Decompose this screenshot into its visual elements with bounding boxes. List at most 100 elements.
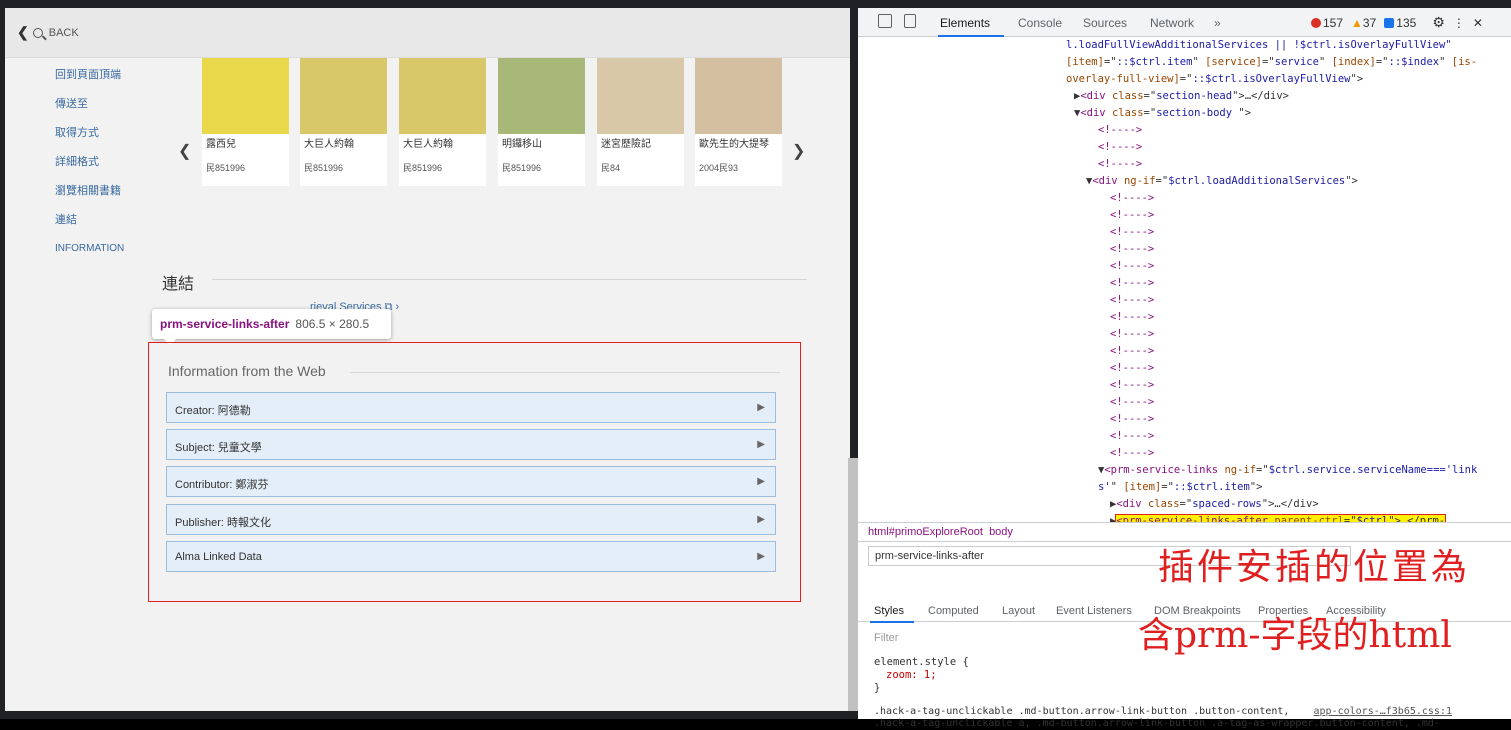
dom-line: <!----> (1110, 396, 1155, 408)
dom-line: <!----> (1110, 209, 1155, 221)
links-section-title: 連結 (162, 276, 195, 293)
sidenav-item-get-it[interactable]: 取得方式 (55, 126, 124, 155)
accordion-publisher[interactable]: Publisher: 時報文化 ▶ (166, 504, 776, 535)
dom-line[interactable]: ▶<div class="section-head">…</div> (1074, 88, 1289, 105)
dom-line: [item]="::$ctrl.item" [service]="service… (1066, 56, 1478, 68)
dom-line: <!----> (1110, 311, 1155, 323)
warning-icon: ▲ (1351, 15, 1363, 30)
css-source-link[interactable]: app-colors-…f3b65.css:1 (1314, 706, 1452, 717)
error-count: 157 (1311, 16, 1343, 30)
book-cover (498, 58, 585, 134)
search-icon (32, 27, 43, 38)
styles-filter-input[interactable]: Filter (874, 632, 898, 644)
sidenav-item-details[interactable]: 詳細格式 (55, 155, 124, 184)
book-title: 歐先生的大提琴 (699, 139, 769, 150)
back-button[interactable]: ❮ BACK (17, 24, 79, 41)
dom-line[interactable]: ▶<div class="spaced-rows">…</div> (1110, 496, 1319, 513)
dom-line[interactable]: ▼<prm-service-links ng-if="$ctrl.service… (1098, 462, 1477, 479)
tab-event-listeners[interactable]: Event Listeners (1056, 605, 1132, 617)
breadcrumb-root[interactable]: html#primoExploreRoot (868, 526, 983, 538)
book-title: 迷宮歷險記 (601, 139, 651, 150)
book-card[interactable]: 露西兒 民851996 (202, 58, 289, 186)
book-call-number: 民851996 (206, 163, 246, 173)
back-label: BACK (48, 26, 79, 39)
tooltip-element-size: 806.5 × 280.5 (295, 317, 370, 331)
dom-line: <!----> (1110, 362, 1155, 374)
tab-styles[interactable]: Styles (874, 605, 904, 617)
css-rule-selector: .hack-a-tag-unclickable a, .md-button.ar… (874, 718, 1440, 729)
play-icon: ▶ (757, 551, 765, 562)
tab-console[interactable]: Console (1018, 16, 1062, 30)
device-toolbar-icon[interactable] (904, 14, 916, 28)
tab-sources[interactable]: Sources (1083, 16, 1127, 30)
accordion-label: Subject: 兒童文學 (175, 442, 262, 454)
sidenav-item-send-to[interactable]: 傳送至 (55, 97, 124, 126)
tab-network[interactable]: Network (1150, 16, 1194, 30)
book-card[interactable]: 明鑼移山 民851996 (498, 58, 585, 186)
dom-line: <!----> (1098, 158, 1143, 170)
book-call-number: 民851996 (403, 163, 443, 173)
element-inspect-tooltip: prm-service-links-after 806.5 × 280.5 (152, 309, 391, 345)
dom-line: <!----> (1098, 141, 1143, 153)
dom-line: l.loadFullViewAdditionalServices || !$ct… (1066, 39, 1452, 51)
tab-elements[interactable]: Elements (940, 16, 990, 30)
dom-line-highlighted[interactable]: ▶<prm-service-links-after parent-ctrl="$… (1110, 513, 1447, 522)
kebab-menu-icon[interactable]: ⋮ (1453, 16, 1465, 30)
book-title: 明鑼移山 (502, 139, 542, 150)
breadcrumb-body[interactable]: body (989, 526, 1013, 538)
accordion-creator[interactable]: Creator: 阿德勒 ▶ (166, 392, 776, 423)
dom-tree: l.loadFullViewAdditionalServices || !$ct… (858, 37, 1511, 522)
sidenav-item-top[interactable]: 回到頁面頂端 (55, 68, 124, 97)
book-card[interactable]: 歐先生的大提琴 2004民93 (695, 58, 782, 186)
book-card[interactable]: 大巨人約翰 民851996 (300, 58, 387, 186)
dom-line: <!----> (1110, 226, 1155, 238)
accordion-alma-linked-data[interactable]: Alma Linked Data ▶ (166, 541, 776, 572)
more-tabs-button[interactable]: » (1214, 16, 1221, 30)
message-count: 135 (1384, 16, 1416, 30)
annotation-line-1: 插件安插的位置為 (1158, 547, 1471, 588)
carousel-prev-icon[interactable]: ❮ (178, 141, 191, 161)
side-nav: 回到頁面頂端 傳送至 取得方式 詳細格式 瀏覽相關書籍 連結 INFORMATI… (55, 68, 124, 271)
dom-line: <!----> (1098, 124, 1143, 136)
book-card[interactable]: 大巨人約翰 民851996 (399, 58, 486, 186)
primo-page: ❮ BACK 回到頁面頂端 傳送至 取得方式 詳細格式 瀏覽相關書籍 連結 IN… (5, 8, 850, 711)
sidenav-item-virtual-browse[interactable]: 瀏覽相關書籍 (55, 184, 124, 213)
book-call-number: 2004民93 (699, 163, 739, 173)
play-icon: ▶ (757, 476, 765, 487)
gear-icon[interactable]: ⚙ (1432, 14, 1445, 31)
dom-line[interactable]: ▼<div ng-if="$ctrl.loadAdditionalService… (1086, 173, 1358, 190)
book-title: 大巨人約翰 (304, 139, 354, 150)
book-call-number: 民851996 (502, 163, 542, 173)
rule-close-brace: } (874, 682, 881, 694)
inspect-element-icon[interactable] (878, 14, 892, 28)
dom-line: <!----> (1110, 192, 1155, 204)
dom-line[interactable]: ▼<div class="section-body "> (1074, 105, 1251, 122)
accordion-subject[interactable]: Subject: 兒童文學 ▶ (166, 429, 776, 460)
sidenav-item-links[interactable]: 連結 (55, 213, 124, 242)
tab-layout[interactable]: Layout (1002, 605, 1035, 617)
css-rules: .hack-a-tag-unclickable .md-button.arrow… (874, 706, 1452, 730)
section-divider (212, 279, 807, 280)
accordion-contributor[interactable]: Contributor: 鄭淑芬 ▶ (166, 466, 776, 497)
element-style-selector: element.style { (874, 656, 969, 668)
dom-line: s'" [item]="::$ctrl.item"> (1098, 481, 1263, 493)
play-icon: ▶ (757, 514, 765, 525)
css-rule-selector: .hack-a-tag-unclickable .md-button.arrow… (874, 706, 1290, 717)
carousel-next-icon[interactable]: ❯ (792, 141, 805, 161)
sidenav-item-information[interactable]: INFORMATION (55, 242, 124, 271)
page-scrollbar[interactable] (848, 458, 858, 711)
book-cover (202, 58, 289, 134)
virtual-browse-carousel: ❮ 露西兒 民851996 大巨人約翰 民851996 大巨人約翰 民85199… (170, 58, 810, 193)
play-icon: ▶ (757, 402, 765, 413)
tab-computed[interactable]: Computed (928, 605, 979, 617)
chevron-right-icon: › (395, 301, 400, 313)
dom-line: <!----> (1110, 430, 1155, 442)
close-icon[interactable]: ✕ (1473, 16, 1483, 30)
book-card[interactable]: 迷宮歷險記 民84 (597, 58, 684, 186)
element-style-rule: element.style { zoom: 1; } (874, 656, 969, 695)
book-cover (300, 58, 387, 134)
zoom-declaration[interactable]: zoom: 1; (874, 669, 969, 682)
book-title: 大巨人約翰 (403, 139, 453, 150)
issue-counters[interactable]: 157 ▲37 135 ⚙ ⋮ ✕ (1311, 14, 1483, 31)
book-call-number: 民84 (601, 163, 621, 173)
